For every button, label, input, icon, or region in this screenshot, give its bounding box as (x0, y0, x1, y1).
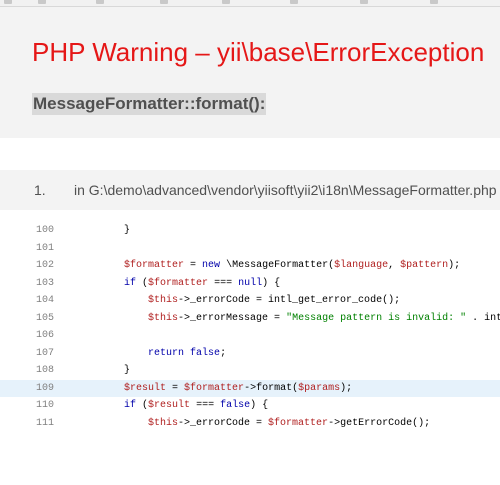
code-snippet: 100 } 101 102 $formatter = new \MessageF… (0, 222, 500, 432)
code-line: 107 return false; (0, 345, 500, 363)
code-text: if ($result === false) { (124, 400, 269, 411)
line-number: 109 (36, 382, 55, 394)
code-line: 111 $this->_errorCode = $formatter->getE… (0, 415, 500, 433)
code-text: $this->_errorMessage = "Message pattern … (148, 312, 500, 324)
line-number: 110 (36, 400, 55, 411)
bookmark-icon (4, 0, 12, 4)
line-number: 108 (36, 365, 55, 376)
line-number: 100 (36, 225, 55, 236)
code-text: } (76, 225, 131, 236)
error-title: PHP Warning – yii\base\ErrorException (32, 37, 485, 67)
bookmark-icon (96, 0, 104, 4)
bookmarks-bar (0, 0, 500, 7)
bookmark-item[interactable] (290, 0, 301, 5)
line-number: 104 (36, 295, 55, 306)
code-line: 106 (0, 327, 500, 345)
code-text: $formatter = new \MessageFormatter($lang… (124, 260, 461, 271)
line-number: 107 (36, 347, 55, 359)
bookmark-icon (222, 0, 230, 4)
bookmark-item[interactable] (38, 0, 49, 5)
code-line-error: 109 $result = $formatter->format($params… (0, 379, 500, 397)
code-text: } (76, 365, 131, 376)
bookmark-item[interactable] (4, 0, 15, 5)
code-line: 101 (0, 240, 500, 258)
line-number: 102 (36, 260, 55, 271)
error-message: MessageFormatter::format(): (32, 93, 267, 115)
code-text: $this->_errorCode = intl_get_error_code(… (148, 295, 401, 306)
code-text: return false; (148, 347, 227, 359)
line-number: 103 (36, 277, 55, 289)
line-number: 105 (36, 312, 55, 324)
line-number: 101 (36, 242, 55, 254)
bookmark-item[interactable] (430, 0, 441, 5)
code-text: $this->_errorCode = $formatter->getError… (148, 417, 431, 429)
code-line: 102 $formatter = new \MessageFormatter($… (0, 257, 500, 275)
code-line: 108 } (0, 362, 500, 380)
code-line: 110 if ($result === false) { (0, 397, 500, 415)
code-line: 103 if ($formatter === null) { (0, 275, 500, 293)
bookmark-item[interactable] (222, 0, 233, 5)
call-stack-item[interactable]: 1. in G:\demo\advanced\vendor\yiisoft\yi… (0, 170, 500, 210)
code-text: $result = $formatter->format($params); (124, 382, 353, 394)
error-header: PHP Warning – yii\base\ErrorException Me… (0, 7, 500, 138)
bookmark-item[interactable] (360, 0, 371, 5)
bookmark-item[interactable] (96, 0, 107, 5)
call-stack-file: in G:\demo\advanced\vendor\yiisoft\yii2\… (74, 182, 497, 198)
bookmark-icon (290, 0, 298, 4)
line-number: 106 (36, 330, 55, 341)
code-line: 105 $this->_errorMessage = "Message patt… (0, 310, 500, 328)
code-text: if ($formatter === null) { (124, 277, 281, 289)
code-line: 100 } (0, 222, 500, 240)
call-stack-number: 1. (34, 182, 46, 198)
line-number: 111 (36, 417, 55, 429)
bookmark-item[interactable] (160, 0, 171, 5)
bookmark-icon (38, 0, 46, 4)
bookmark-icon (160, 0, 168, 4)
code-line: 104 $this->_errorCode = intl_get_error_c… (0, 292, 500, 310)
bookmark-icon (430, 0, 438, 4)
bookmark-icon (360, 0, 368, 4)
